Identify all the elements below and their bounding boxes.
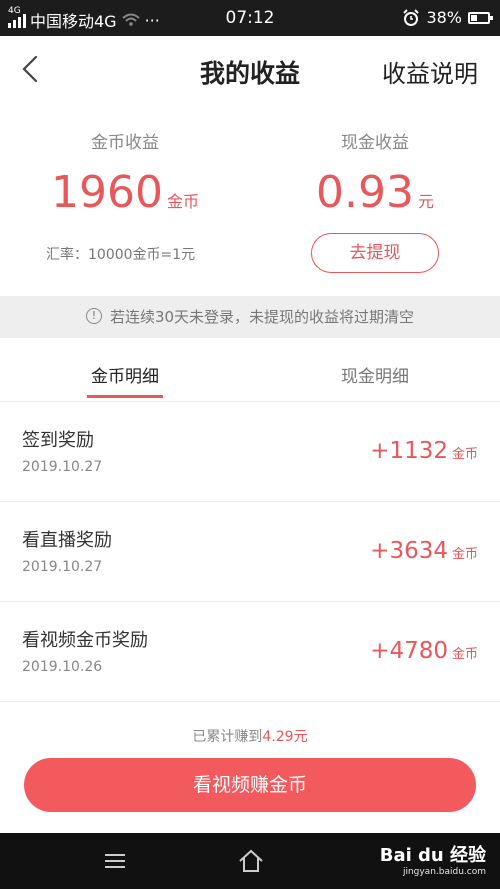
record-amount-unit: 金币 xyxy=(451,447,478,462)
tab-cash-detail[interactable]: 现金明细 xyxy=(315,362,435,387)
record-date: 2019.10.26 xyxy=(22,659,103,675)
expiry-notice: ! 若连续30天未登录，未提现的收益将过期清空 xyxy=(0,296,500,338)
earnings-explain-link[interactable]: 收益说明 xyxy=(382,54,478,89)
active-tab-indicator xyxy=(87,395,163,398)
record-date: 2019.10.27 xyxy=(22,559,103,575)
battery-fill xyxy=(471,14,477,21)
record-amount-value: +4780 xyxy=(370,638,448,664)
header: 我的收益 收益说明 xyxy=(0,36,500,106)
list-item: 签到奖励 2019.10.27 +1132 金币 xyxy=(0,402,500,502)
system-nav-bar: Bai du 经验 jingyan.baidu.com xyxy=(0,833,500,889)
home-icon[interactable] xyxy=(236,847,266,875)
record-amount: +1132 金币 xyxy=(370,438,478,464)
watermark-brand: Bai du 经验 xyxy=(379,845,486,866)
record-amount: +4780 金币 xyxy=(370,638,478,664)
record-amount-value: +3634 xyxy=(370,538,448,564)
record-amount-unit: 金币 xyxy=(451,547,478,562)
cash-earnings: 现金收益 0.93 元 xyxy=(250,128,500,218)
cash-earnings-label: 现金收益 xyxy=(341,133,409,153)
cash-earnings-value: 0.93 xyxy=(316,167,414,218)
watermark-url: jingyan.baidu.com xyxy=(402,867,486,877)
alarm-icon xyxy=(403,8,420,26)
record-date: 2019.10.27 xyxy=(22,459,103,475)
coin-earnings-amount: 1960 金币 xyxy=(0,167,250,218)
info-icon: ! xyxy=(85,307,102,324)
exchange-rate: 汇率：10000金币=1元 xyxy=(46,247,196,263)
battery-icon xyxy=(468,11,493,24)
record-amount-unit: 金币 xyxy=(451,647,478,662)
coin-earnings: 金币收益 1960 金币 xyxy=(0,128,250,218)
notice-text: 若连续30天未登录，未提现的收益将过期清空 xyxy=(109,308,415,326)
record-amount: +3634 金币 xyxy=(370,538,478,564)
withdraw-button[interactable]: 去提现 xyxy=(311,233,439,273)
menu-icon[interactable] xyxy=(100,847,130,875)
list-item: 看视频金币奖励 2019.10.26 +4780 金币 xyxy=(0,602,500,702)
total-earned-amount: 4.29元 xyxy=(262,729,308,745)
watch-video-earn-button[interactable]: 看视频赚金币 xyxy=(24,758,476,812)
detail-tabs: 金币明细 现金明细 xyxy=(0,338,500,402)
total-earned: 已累计赚到4.29元 xyxy=(0,726,500,746)
coin-record-list: 签到奖励 2019.10.27 +1132 金币 看直播奖励 2019.10.27… xyxy=(0,402,500,702)
total-earned-prefix: 已累计赚到 xyxy=(192,729,263,745)
coin-earnings-unit: 金币 xyxy=(166,192,199,211)
battery-percent: 38% xyxy=(426,8,462,27)
cash-earnings-amount: 0.93 元 xyxy=(250,167,500,218)
baidu-watermark: Bai du 经验 jingyan.baidu.com xyxy=(380,841,486,877)
record-name: 看视频金币奖励 xyxy=(22,630,148,651)
list-item: 看直播奖励 2019.10.27 +3634 金币 xyxy=(0,502,500,602)
coin-earnings-value: 1960 xyxy=(51,167,163,218)
coin-earnings-label: 金币收益 xyxy=(91,133,159,153)
status-right: 38% xyxy=(402,8,493,27)
status-bar: 4G 中国移动4G ··· 07:12 38% xyxy=(0,0,500,36)
record-name: 签到奖励 xyxy=(22,430,94,451)
tab-coin-detail[interactable]: 金币明细 xyxy=(65,362,185,387)
record-name: 看直播奖励 xyxy=(22,530,112,551)
record-amount-value: +1132 xyxy=(370,438,448,464)
earnings-summary: 金币收益 1960 金币 现金收益 0.93 元 汇率：10000金币=1元 去提现 xyxy=(0,128,500,288)
cash-earnings-unit: 元 xyxy=(417,192,434,211)
